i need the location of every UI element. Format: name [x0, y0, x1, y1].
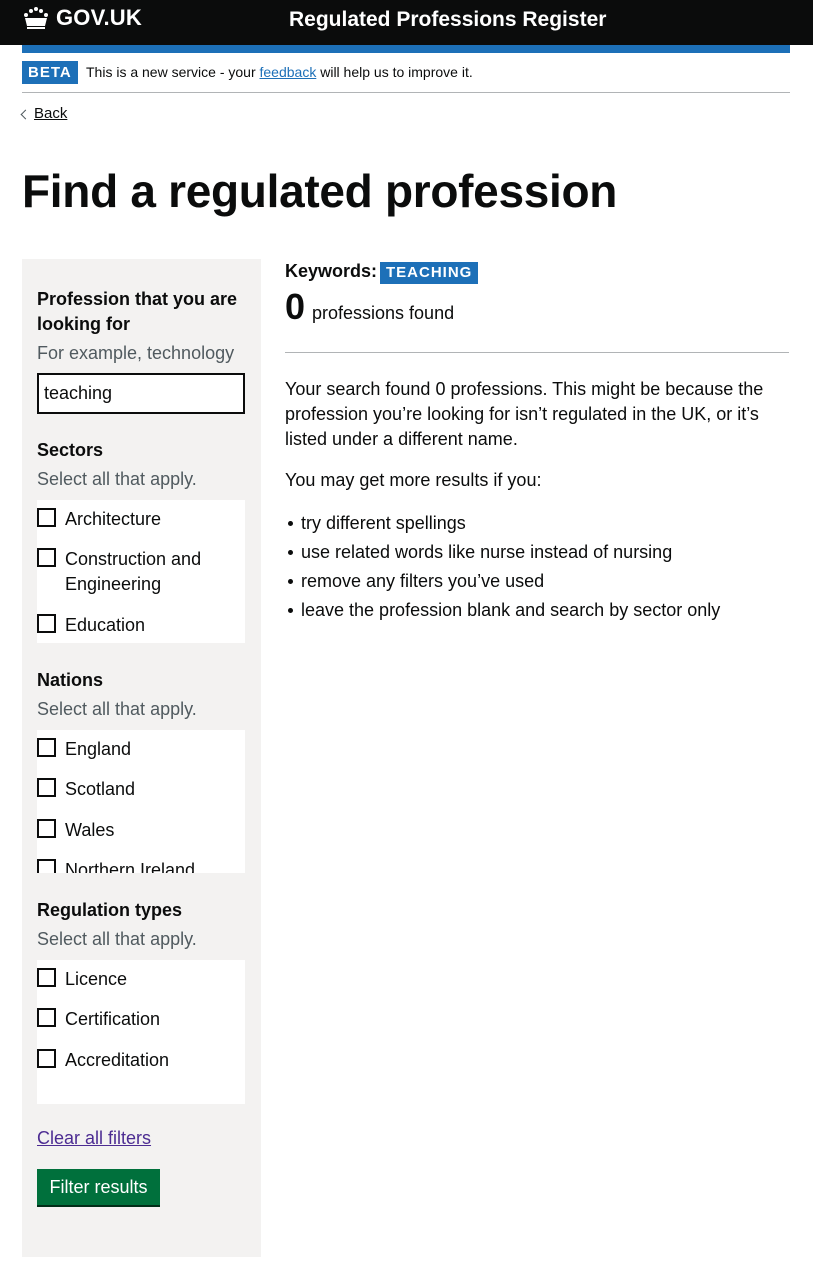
filter-panel: Profession that you are looking for For … [22, 259, 261, 1257]
checkbox-label[interactable]: England [65, 737, 243, 762]
no-results-message: Your search found 0 professions. This mi… [285, 379, 764, 449]
beta-tag: BETA [22, 61, 78, 84]
regulation-types-heading: Regulation types [37, 900, 183, 920]
sectors-heading: Sectors [37, 440, 104, 460]
search-hint: For example, technology [37, 343, 235, 363]
search-input[interactable] [37, 373, 245, 414]
nations-hint: Select all that apply. [37, 699, 197, 719]
results-count-label: professions found [312, 303, 455, 323]
phase-text-before: This is a new service - your [86, 64, 260, 80]
list-item: try different spellings [285, 511, 720, 536]
filter-results-button[interactable]: Filter results [37, 1169, 160, 1205]
tips-intro: You may get more results if you: [285, 470, 542, 490]
list-item: use related words like nurse instead of … [285, 540, 720, 565]
checkbox[interactable] [37, 778, 56, 797]
phase-banner-text: This is a new service - your feedback wi… [86, 64, 473, 80]
sectors-hint: Select all that apply. [37, 469, 197, 489]
checkbox[interactable] [37, 1008, 56, 1027]
checkbox-label[interactable]: Architecture [65, 507, 243, 532]
checkbox[interactable] [37, 1049, 56, 1068]
list-item: leave the profession blank and search by… [285, 598, 720, 623]
service-name-link[interactable]: Regulated Professions Register [289, 8, 606, 32]
checkbox-label[interactable]: Scotland [65, 777, 243, 802]
nations-checkbox-list[interactable]: England Scotland Wales Northern Ireland [37, 730, 245, 873]
results-count: 0 [285, 286, 306, 327]
checkbox[interactable] [37, 738, 56, 757]
sectors-checkbox-list[interactable]: Architecture Construction and Engineerin… [37, 500, 245, 643]
regulation-types-hint: Select all that apply. [37, 929, 197, 949]
logo-text: GOV.UK [56, 5, 142, 30]
govuk-logo-link[interactable]: GOV.UK [22, 5, 142, 31]
regulation-types-checkbox-list[interactable]: Licence Certification Accreditation [37, 960, 245, 1104]
keyword-tag: TEACHING [380, 262, 479, 284]
chevron-left-icon [20, 109, 31, 119]
back-link[interactable]: Back [20, 105, 68, 122]
phase-text-after: will help us to improve it. [316, 64, 473, 80]
tips-list: try different spellings use related word… [285, 511, 720, 627]
list-item: remove any filters you’ve used [285, 569, 720, 594]
checkbox[interactable] [37, 819, 56, 838]
checkbox-label[interactable]: Accreditation [65, 1048, 243, 1073]
checkbox[interactable] [37, 508, 56, 527]
checkbox[interactable] [37, 548, 56, 567]
checkbox[interactable] [37, 614, 56, 633]
keywords-label: Keywords: [285, 261, 378, 281]
search-label: Profession that you are looking for [37, 289, 238, 334]
checkbox-label[interactable]: Licence [65, 967, 243, 992]
crown-icon [24, 7, 48, 29]
checkbox-label[interactable]: Wales [65, 818, 243, 843]
site-header: GOV.UK Regulated Professions Register [0, 0, 813, 45]
checkbox[interactable] [37, 968, 56, 987]
back-link-label: Back [34, 105, 68, 122]
checkbox-label[interactable]: Construction and Engineering [65, 547, 243, 597]
checkbox[interactable] [37, 859, 56, 873]
clear-filters-link[interactable]: Clear all filters [37, 1128, 151, 1149]
page-title: Find a regulated profession [22, 165, 618, 217]
feedback-link[interactable]: feedback [260, 64, 317, 80]
checkbox-label[interactable]: Education [65, 613, 243, 638]
phase-banner: BETA This is a new service - your feedba… [22, 61, 790, 93]
nations-heading: Nations [37, 670, 104, 690]
section-divider [285, 352, 789, 353]
checkbox-label[interactable]: Certification [65, 1007, 243, 1032]
checkbox-label[interactable]: Northern Ireland [65, 858, 243, 873]
header-accent-bar [22, 45, 790, 53]
